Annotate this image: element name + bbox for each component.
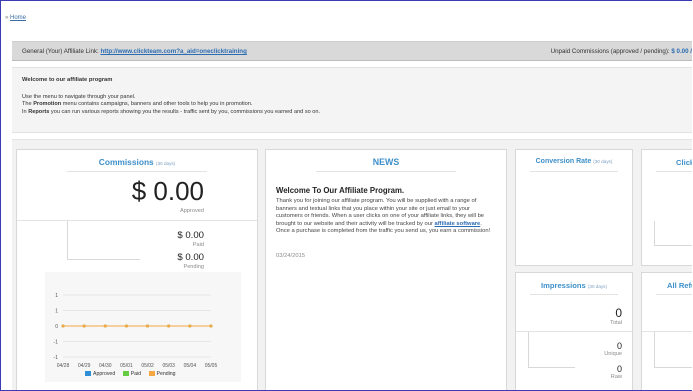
impressions-title: Impressions (30 days) xyxy=(516,281,632,290)
conversion-rate-period: (30 days) xyxy=(593,159,613,164)
chart-x-tick-label: 04/30 xyxy=(99,363,112,369)
commissions-title-text: Commissions xyxy=(98,157,154,167)
commissions-period: (30 days) xyxy=(156,161,176,166)
unpaid-commissions-value: $ 0.00 / xyxy=(671,48,692,55)
data-point-pending xyxy=(146,324,150,328)
pending-commissions-value: $ 0.00 xyxy=(177,252,204,263)
unpaid-commissions: Unpaid Commissions (approved / pending):… xyxy=(551,48,692,55)
pending-commissions-label: Pending xyxy=(183,264,204,270)
legend-paid-swatch xyxy=(122,371,129,376)
conversion-rate-title: Conversion Rate (30 days) xyxy=(516,158,632,165)
breadcrumb-home-link[interactable]: Home xyxy=(10,15,26,21)
data-point-pending xyxy=(124,324,128,328)
data-point-pending xyxy=(188,324,192,328)
impressions-title-text: Impressions xyxy=(540,281,586,290)
refunds-title: All Refu xyxy=(667,281,692,290)
legend-paid: Paid xyxy=(122,371,142,377)
welcome-line-2: The Promotion menu contains campaigns, b… xyxy=(22,101,320,108)
affiliate-link-url[interactable]: http://www.clickteam.com?a_aid=oneclickt… xyxy=(100,48,246,55)
conversion-rate-title-text: Conversion Rate xyxy=(535,158,592,165)
clicks-title: Click xyxy=(676,158,692,167)
refunds-panel: All Refu xyxy=(641,272,692,390)
welcome-line-2-post: menu contains campaigns, banners and oth… xyxy=(61,101,253,108)
welcome-line-3: In Reports you can run various reports s… xyxy=(22,109,320,116)
refunds-bracket xyxy=(654,332,692,368)
impressions-unique-label: Unique xyxy=(604,351,622,357)
refunds-title-divider xyxy=(656,294,692,295)
conversion-rate-panel: Conversion Rate (30 days) xyxy=(515,149,633,266)
chart-y-tick-label: -1 xyxy=(54,340,59,346)
impressions-total-value: 0 xyxy=(615,306,622,320)
unpaid-commissions-label: Unpaid Commissions (approved / pending): xyxy=(550,48,670,55)
chart-x-tick-label: 04/28 xyxy=(57,363,70,369)
legend-pending: Pending xyxy=(148,371,176,377)
welcome-line-1: Use the menu to navigate through your pa… xyxy=(22,94,136,100)
impressions-unique-value: 0 xyxy=(616,341,622,351)
chart-legend: Approved Paid Pending xyxy=(85,371,176,377)
legend-approved: Approved xyxy=(85,371,115,377)
commissions-line-chart: 1 1 0 -1 -1 04/28 04/29 04/30 05/01 05/02 05/03 05/… xyxy=(54,293,218,369)
welcome-text: Use the menu to navigate through your pa… xyxy=(22,94,320,116)
breadcrumb-separator: » xyxy=(5,15,9,21)
chart-y-tick-label: 1 xyxy=(55,293,58,299)
welcome-box: Welcome to our affiliate program Use the… xyxy=(12,67,692,133)
chart-x-tick-label: 05/01 xyxy=(120,363,133,369)
breadcrumb: » Home xyxy=(5,15,26,21)
clicks-panel: Click xyxy=(641,149,692,266)
chart-x-tick-label: 05/05 xyxy=(205,363,218,369)
welcome-line-2-pre: The xyxy=(22,101,34,108)
chart-x-tick-label: 05/02 xyxy=(141,363,154,369)
welcome-promotion-text: Promotion xyxy=(33,101,62,108)
affiliate-panel: » Home General (Your) Affiliate Link: ht… xyxy=(0,0,692,391)
commissions-split-bracket xyxy=(67,221,140,260)
clicks-divider xyxy=(656,171,692,172)
chart-y-tick-label: -1 xyxy=(54,355,59,361)
welcome-line-3-post: you can run various reports showing you … xyxy=(49,108,321,115)
legend-pending-label: Pending xyxy=(156,371,176,377)
news-body: Thank you for joining our affiliate prog… xyxy=(276,198,494,236)
affiliate-link-label: General (Your) Affiliate Link: xyxy=(22,48,99,55)
impressions-panel: Impressions (30 days) 0 Total 0 Unique 0… xyxy=(515,272,633,390)
paid-commissions-value: $ 0.00 xyxy=(177,230,204,241)
chart-y-tick-label: 1 xyxy=(55,309,58,315)
news-title-divider xyxy=(316,171,456,172)
legend-approved-swatch xyxy=(85,371,91,376)
impressions-bracket xyxy=(528,332,575,368)
clicks-bracket xyxy=(654,221,692,246)
impressions-title-divider xyxy=(530,294,618,295)
paid-commissions-label: Paid xyxy=(192,242,204,248)
news-panel: NEWS Welcome To Our Affiliate Program. T… xyxy=(265,149,507,390)
approved-commissions-label: Approved xyxy=(180,208,204,214)
approved-commissions-value: $ 0.00 xyxy=(131,176,204,206)
legend-approved-label: Approved xyxy=(93,371,116,377)
chart-x-tick-label: 05/03 xyxy=(162,363,175,369)
welcome-reports-text: Reports xyxy=(28,108,50,115)
affiliate-software-link[interactable]: affiliate software xyxy=(435,221,481,227)
chart-y-tick-label: 0 xyxy=(55,324,58,330)
conversion-rate-divider xyxy=(530,171,618,172)
impressions-total-label: Total xyxy=(610,320,622,326)
chart-x-tick-label: 05/04 xyxy=(184,363,197,369)
data-point-pending xyxy=(167,324,171,328)
affiliate-link-row: General (Your) Affiliate Link: http://ww… xyxy=(22,48,247,55)
news-date: 03/24/2015 xyxy=(276,253,306,259)
news-heading: Welcome To Our Affiliate Program. xyxy=(276,186,405,195)
commissions-title-divider xyxy=(67,171,207,172)
impressions-period: (30 days) xyxy=(587,284,608,289)
legend-pending-swatch xyxy=(148,371,155,376)
chart-x-tick-label: 04/29 xyxy=(78,363,91,369)
commissions-title: Commissions (30 days) xyxy=(17,157,257,167)
news-title: NEWS xyxy=(372,157,400,167)
data-point-pending xyxy=(103,324,107,328)
impressions-raw-value: 0 xyxy=(616,364,622,374)
impressions-raw-label: Raw xyxy=(610,374,622,380)
welcome-title: Welcome to our affiliate program xyxy=(22,77,113,83)
data-point-pending xyxy=(82,324,86,328)
legend-paid-label: Paid xyxy=(130,371,142,377)
affiliate-link-bar: General (Your) Affiliate Link: http://ww… xyxy=(12,41,692,61)
data-point-pending xyxy=(61,324,65,328)
data-point-pending xyxy=(209,324,213,328)
